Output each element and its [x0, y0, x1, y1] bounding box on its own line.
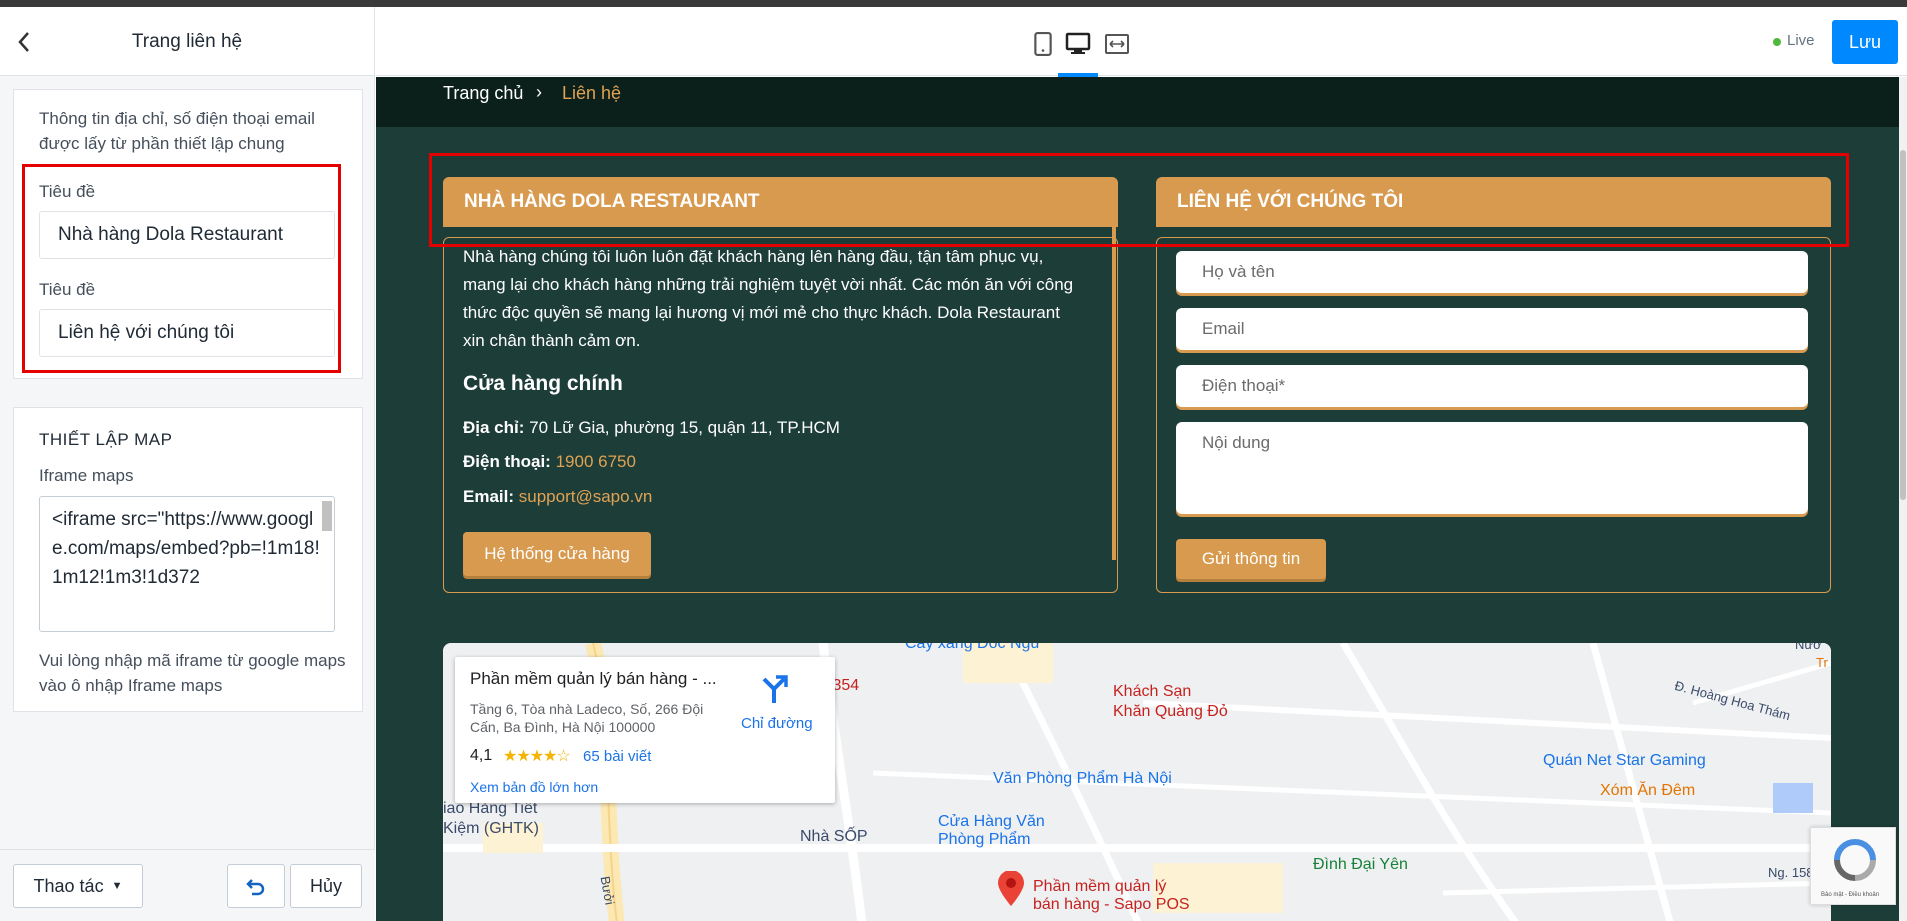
info-note: Thông tin địa chỉ, số điện thoại email đ… [39, 109, 315, 153]
actions-dropdown[interactable]: Thao tác ▼ [13, 864, 143, 908]
store-system-button[interactable]: Hệ thống cửa hàng [463, 532, 651, 576]
map-note: Vui lòng nhập mã iframe từ google maps v… [39, 651, 346, 695]
map-label-pagoda: Đình Đại Yên [1313, 856, 1408, 873]
editor-title: Trang liên hệ [131, 31, 243, 52]
highlight-box-headings [429, 153, 1849, 247]
address-value: 70 Lữ Gia, phường 15, quận 11, TP.HCM [529, 418, 840, 437]
store-heading: Cửa hàng chính [463, 372, 623, 395]
email-input[interactable]: Email [1176, 308, 1808, 350]
actions-label: Thao tác [33, 875, 104, 896]
email-link[interactable]: support@sapo.vn [519, 487, 653, 506]
cancel-button[interactable]: Hủy [290, 864, 362, 908]
map-label-food: Xóm Ăn Đêm [1600, 782, 1696, 799]
save-button[interactable]: Lưu [1832, 20, 1898, 64]
intro-line-1: Nhà hàng chúng tôi luôn luôn đặt khách h… [463, 247, 1044, 266]
recaptcha-terms[interactable]: Bảo mật - Điều khoản [1821, 892, 1879, 898]
preview-toolbar [376, 7, 1907, 76]
submit-button[interactable]: Gửi thông tin [1176, 539, 1326, 579]
breadcrumb-current: Liên hệ [562, 83, 622, 103]
map-label-petrol: Cây xăng Đốc Ngữ [905, 643, 1042, 652]
phone-link[interactable]: 1900 6750 [556, 452, 636, 471]
map-label-store-2: Phòng Phẩm [938, 831, 1031, 848]
map-label-nuo: Nướ [1795, 643, 1822, 652]
page-preview: Trang chủ › Liên hệ NHÀ HÀNG DOLA RESTAU… [376, 77, 1899, 921]
reviews-link[interactable]: 65 bài viết [583, 748, 651, 765]
desktop-icon[interactable] [1065, 32, 1091, 56]
directions-icon[interactable] [760, 675, 788, 705]
live-label: Live [1787, 32, 1815, 49]
place-title: Phần mềm quản lý bán hàng - ... [470, 669, 717, 688]
email-row: Email: support@sapo.vn [463, 487, 652, 507]
intro-line-2: mang lại cho khách hàng những trải nghiệ… [463, 275, 1074, 294]
address-label: Địa chỉ: [463, 418, 525, 437]
map-label-stationery: Văn Phòng Phẩm Hà Nội [993, 770, 1172, 787]
live-status-dot [1773, 38, 1781, 46]
caret-down-icon: ▼ [111, 880, 123, 892]
map-label-tr: Tr [1816, 655, 1828, 670]
map-label-sapo-2: bán hàng - Sapo POS [1033, 896, 1190, 913]
map-label-net: Quán Net Star Gaming [1543, 752, 1706, 769]
iframe-maps-textarea[interactable]: <iframe src="https://www.google.com/maps… [39, 496, 335, 632]
intro-line-3: thức độc quyền sẽ mang lại hương vị mới … [463, 303, 1060, 322]
map-label-hotel-2: Khăn Quàng Đỏ [1113, 703, 1228, 720]
textarea-scrollbar[interactable] [322, 501, 332, 531]
fullwidth-icon[interactable] [1104, 32, 1130, 56]
google-map[interactable]: Cây xăng Đốc Ngữ n Quân Y 354 Khách Sạn … [443, 643, 1831, 921]
map-section-title: THIẾT LẬP MAP [39, 430, 173, 449]
map-settings-card: THIẾT LẬP MAP Iframe maps <iframe src="h… [13, 407, 363, 712]
map-pin-icon[interactable] [996, 871, 1026, 907]
undo-icon [246, 879, 265, 896]
intro-line-4: xin chân thành cảm ơn. [463, 331, 641, 350]
map-label-sapo: Phần mềm quản lý [1033, 878, 1167, 895]
phone-row: Điện thoại: 1900 6750 [463, 452, 636, 472]
rating-stars: ★★★★☆ [503, 748, 571, 765]
tablet-icon[interactable] [1030, 32, 1056, 56]
map-label-shop: Nhà SỐP [800, 828, 868, 845]
breadcrumb: Trang chủ › Liên hệ [376, 77, 1899, 127]
editor-header: Trang liên hệ [0, 7, 374, 76]
breadcrumb-separator: › [536, 82, 542, 102]
iframe-maps-value: <iframe src="https://www.google.com/maps… [52, 509, 320, 588]
recaptcha-badge[interactable]: Bảo mật - Điều khoản [1810, 827, 1896, 905]
editor-sidebar: Trang liên hệ Thông tin địa chỉ, số điện… [0, 7, 375, 921]
map-place-card: Phần mềm quản lý bán hàng - ... Tầng 6, … [455, 657, 835, 803]
phone-input[interactable]: Điện thoại* [1176, 365, 1808, 407]
address-row: Địa chỉ: 70 Lữ Gia, phường 15, quận 11, … [463, 418, 840, 438]
phone-label: Điện thoại: [463, 452, 551, 471]
map-label-hotel: Khách Sạn [1113, 683, 1192, 700]
highlight-box-titles [22, 164, 341, 373]
undo-button[interactable] [227, 864, 285, 908]
larger-map-link[interactable]: Xem bản đồ lớn hơn [470, 779, 598, 795]
message-textarea[interactable]: Nội dung [1176, 422, 1808, 514]
place-rating: 4,1 [470, 747, 493, 764]
name-input[interactable]: Họ và tên [1176, 251, 1808, 293]
recaptcha-icon [1834, 839, 1876, 881]
map-label-store: Cửa Hàng Văn [938, 813, 1045, 830]
iframe-maps-label: Iframe maps [39, 466, 134, 485]
window-top-strip [0, 0, 1907, 7]
email-label: Email: [463, 487, 515, 506]
map-label-ghtk-2: Kiệm (GHTK) [443, 820, 539, 837]
preview-scrollbar-thumb[interactable] [1900, 150, 1906, 500]
cancel-label: Hủy [309, 875, 342, 896]
editor-footer: Thao tác ▼ Hủy [0, 849, 375, 921]
directions-label[interactable]: Chỉ đường [741, 715, 813, 732]
breadcrumb-home[interactable]: Trang chủ [443, 83, 523, 104]
info-panel-scrollbar[interactable] [1112, 210, 1116, 560]
place-address: Tầng 6, Tòa nhà Ladeco, Số, 266 Đội Cấn,… [470, 701, 704, 735]
